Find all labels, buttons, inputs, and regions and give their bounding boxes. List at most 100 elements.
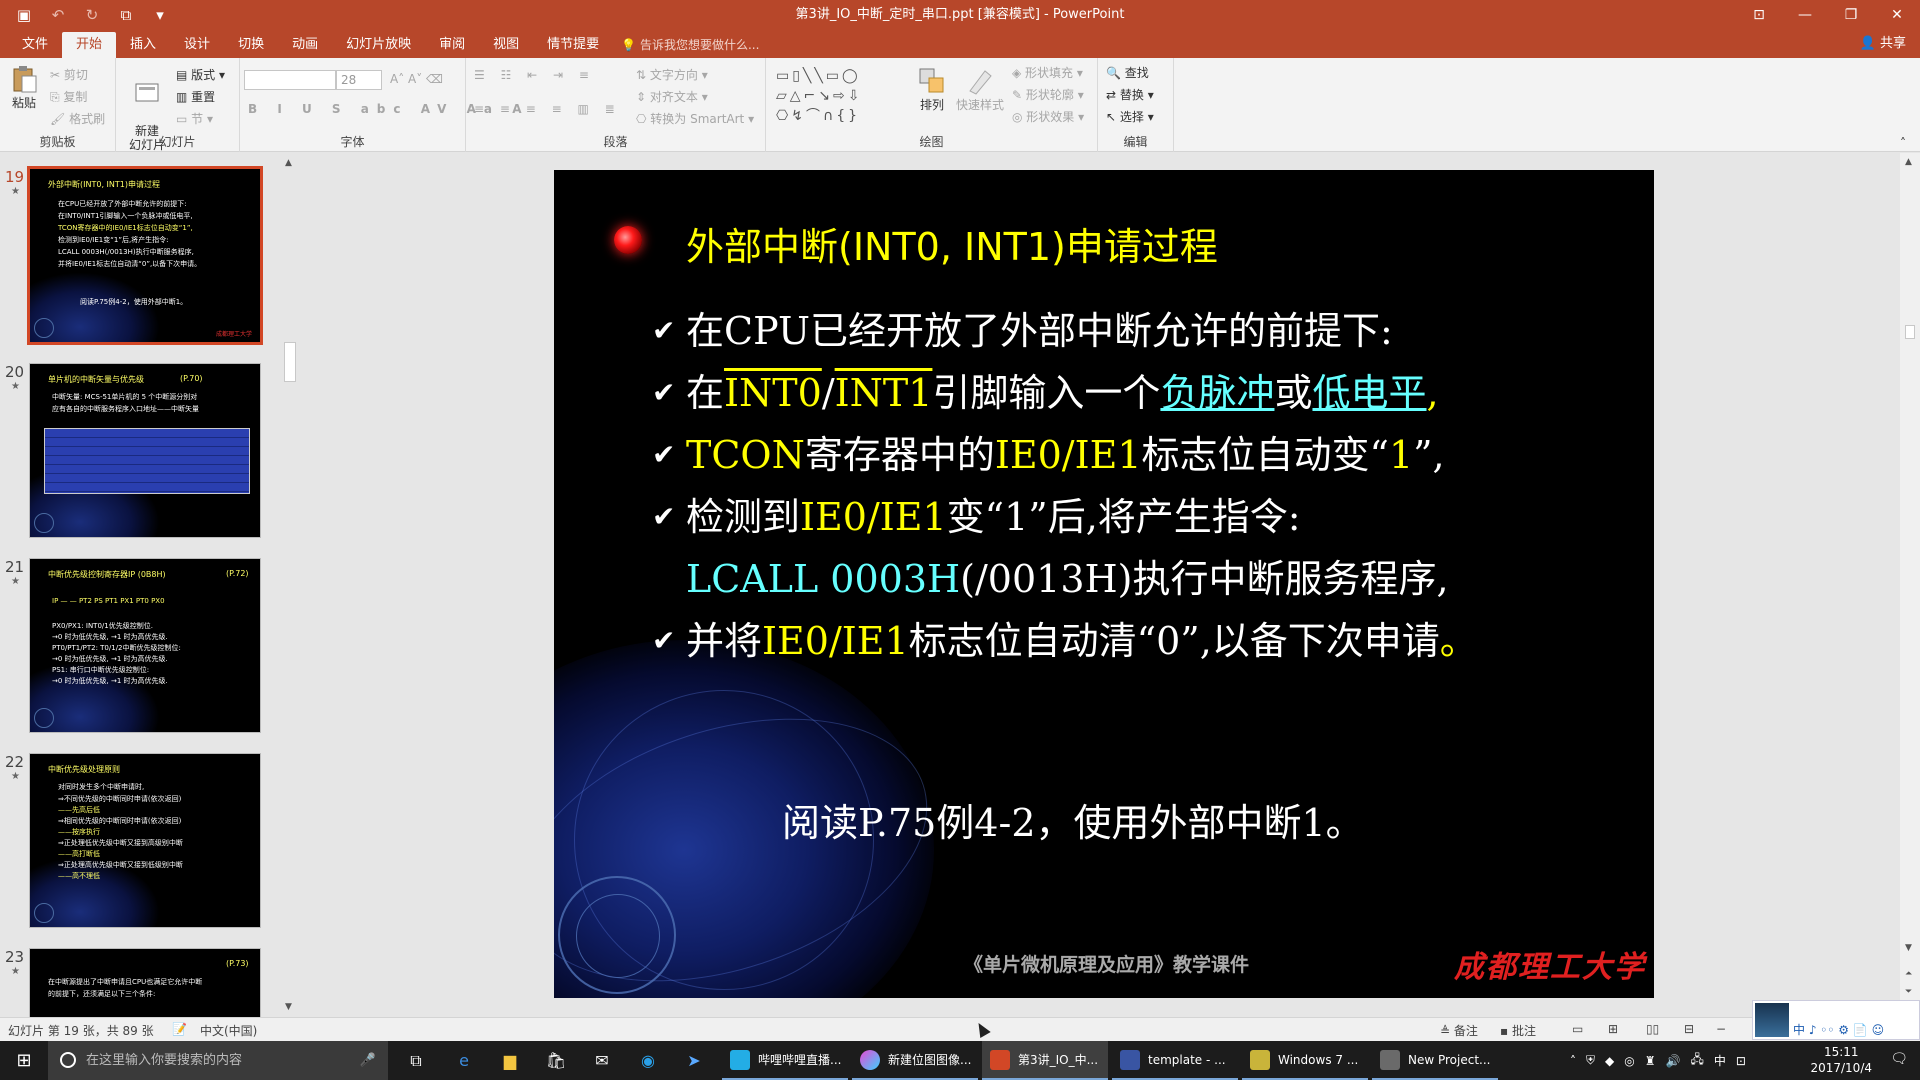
ribbon-display-options-icon[interactable]: ⊡: [1736, 0, 1782, 30]
next-slide-icon[interactable]: ⏷: [1905, 987, 1912, 997]
slide-title[interactable]: 外部中断(INT0, INT1)申请过程: [686, 216, 1218, 271]
layout-button[interactable]: ▤ 版式 ▾: [176, 66, 225, 83]
spellcheck-icon[interactable]: 📝: [172, 1022, 187, 1036]
tab-animations[interactable]: 动画: [278, 32, 332, 58]
scroll-up-icon[interactable]: ▲: [1905, 157, 1912, 167]
pinned-app-icon[interactable]: ➤: [672, 1041, 716, 1080]
copy-button[interactable]: ⎘ 复制: [50, 88, 87, 105]
tab-home[interactable]: 开始: [62, 32, 117, 58]
text-direction-button[interactable]: ⇅ 文字方向 ▾: [636, 66, 708, 83]
section-button[interactable]: ▭ 节 ▾: [176, 110, 213, 127]
tab-storyboarding[interactable]: 情节提要: [533, 32, 613, 58]
customize-qat-icon[interactable]: ▾: [146, 0, 174, 30]
taskbar-search-box[interactable]: 在这里输入你要搜索的内容 🎤: [48, 1041, 388, 1080]
tell-me-box[interactable]: 💡 告诉我您想要做什么...: [621, 32, 759, 58]
start-from-beginning-icon[interactable]: ⧉: [112, 0, 140, 30]
shape-outline-button[interactable]: ✎ 形状轮廓 ▾: [1012, 86, 1084, 103]
align-text-button[interactable]: ⇕ 对齐文本 ▾: [636, 88, 708, 105]
scroll-thumb[interactable]: [284, 342, 296, 382]
slide-canvas[interactable]: 外部中断(INT0, INT1)申请过程 ✔ 在CPU已经开放了外部中断允许的前提…: [554, 170, 1654, 998]
slide-thumbnail[interactable]: 中断优先级处理原则 对同时发生多个中断申请时, ⇒不同优先级的中断同时申请(依次…: [29, 753, 261, 928]
restore-button[interactable]: ❐: [1828, 0, 1874, 30]
share-button[interactable]: 👤 共享: [1860, 30, 1906, 58]
reading-view-icon[interactable]: ▯▯: [1646, 1022, 1659, 1036]
windows-start-icon[interactable]: ⊞: [0, 1041, 48, 1080]
collapse-ribbon-icon[interactable]: ˄: [1900, 136, 1906, 150]
taskbar-app-visio[interactable]: template - ...: [1112, 1041, 1238, 1080]
scroll-up-icon[interactable]: ▲: [285, 158, 292, 168]
redo-icon[interactable]: ↻: [78, 0, 106, 30]
font-size-combo[interactable]: 28: [336, 70, 382, 90]
normal-view-icon[interactable]: ▭: [1572, 1022, 1583, 1036]
convert-smartart-button[interactable]: ⎔ 转换为 SmartArt ▾: [636, 110, 754, 127]
ime-icon[interactable]: ⊡: [1736, 1054, 1746, 1068]
tab-transitions[interactable]: 切换: [224, 32, 278, 58]
show-hidden-icons-icon[interactable]: ˄: [1570, 1054, 1576, 1068]
tray-app-icon[interactable]: ♜: [1645, 1054, 1656, 1068]
language-status[interactable]: 中文(中国): [200, 1022, 257, 1039]
find-button[interactable]: 🔍 查找: [1106, 64, 1149, 81]
system-clock[interactable]: 15:11 2017/10/4: [1810, 1044, 1872, 1076]
slide-thumbnail[interactable]: (P.73) 在中断源提出了中断申请且CPU也满足它允许中断 的前提下，还须满足…: [29, 948, 261, 1018]
shapes-gallery[interactable]: ▭▯╲╲▭◯ ▱△⌐↘⇨⇩ ⎔↯⌒∩{}: [776, 66, 906, 126]
replace-button[interactable]: ⇄ 替换 ▾: [1106, 86, 1154, 103]
scroll-down-icon[interactable]: ▼: [285, 1002, 292, 1012]
mail-icon[interactable]: ✉: [580, 1041, 624, 1080]
save-icon[interactable]: ▣: [10, 0, 38, 30]
font-name-combo[interactable]: [244, 70, 336, 90]
align-buttons[interactable]: ≡ ≡ ≡ ≡ ▥ ≣: [474, 102, 621, 116]
slide-thumbnail[interactable]: 外部中断(INT0, INT1)申请过程 在CPU已经开放了外部中断允许的前提下…: [27, 166, 263, 345]
bullet-line-1[interactable]: ✔ 在CPU已经开放了外部中断允许的前提下:: [652, 300, 1393, 355]
slide-thumbnail[interactable]: 单片机的中断矢量与优先级 (P.70) 中断矢量: MCS-51单片机的 5 个…: [29, 363, 261, 538]
taskbar-app-powerpoint[interactable]: 第3讲_IO_中...: [982, 1041, 1108, 1080]
select-button[interactable]: ↖ 选择 ▾: [1106, 108, 1154, 125]
security-shield-icon[interactable]: ⛨: [1586, 1053, 1595, 1068]
scroll-down-icon[interactable]: ▼: [1905, 943, 1912, 953]
tab-review[interactable]: 审阅: [425, 32, 479, 58]
quick-styles-button[interactable]: 快速样式: [952, 66, 1008, 112]
scroll-thumb[interactable]: [1905, 325, 1915, 339]
bullet-line-2[interactable]: ✔ 在INT0/INT1引脚输入一个负脉冲或低电平,: [652, 362, 1439, 417]
microphone-icon[interactable]: 🎤: [360, 1041, 376, 1080]
thumbnail-scrollbar[interactable]: ▲ ▼: [282, 156, 298, 1016]
grow-font-icon[interactable]: A˄ A˅ ⌫: [390, 72, 443, 86]
store-icon[interactable]: 🛍: [534, 1041, 578, 1080]
edge-browser-icon[interactable]: e: [442, 1041, 486, 1080]
minimize-button[interactable]: —: [1782, 0, 1828, 30]
shape-effects-button[interactable]: ◎ 形状效果 ▾: [1012, 108, 1084, 125]
arrange-button[interactable]: 排列: [914, 66, 950, 112]
qq-icon[interactable]: ◉: [626, 1041, 670, 1080]
tab-design[interactable]: 设计: [170, 32, 224, 58]
bullet-line-4[interactable]: ✔ 检测到IE0/IE1变“1”后,将产生指令:: [652, 486, 1301, 541]
slideshow-view-icon[interactable]: ⊟: [1684, 1022, 1694, 1036]
volume-icon[interactable]: 🔊: [1666, 1054, 1681, 1068]
network-icon[interactable]: 🖧: [1690, 1050, 1703, 1071]
action-center-icon[interactable]: 🗨: [1890, 1051, 1908, 1067]
shape-fill-button[interactable]: ◈ 形状填充 ▾: [1012, 64, 1083, 81]
canvas-scrollbar[interactable]: ▲ ▼ ⏶ ⏷: [1900, 153, 1920, 1017]
notes-button[interactable]: ≜ 备注: [1440, 1022, 1478, 1039]
zoom-out-icon[interactable]: −: [1716, 1022, 1726, 1036]
task-view-icon[interactable]: ⧉: [394, 1041, 438, 1080]
reading-assignment[interactable]: 阅读P.75例4-2，使用外部中断1。: [782, 792, 1364, 847]
tab-insert[interactable]: 插入: [116, 32, 170, 58]
ime-toolbar[interactable]: 中 ♪ ◦◦ ⚙ 📄 ☺: [1752, 1000, 1920, 1040]
cut-button[interactable]: ✂ 剪切: [50, 66, 88, 83]
bullet-line-6[interactable]: ✔ 并将IE0/IE1标志位自动清“0”,以备下次申请。: [652, 610, 1478, 665]
taskbar-app-windows7[interactable]: Windows 7 ...: [1242, 1041, 1368, 1080]
format-painter-button[interactable]: 🖌 格式刷: [50, 110, 105, 127]
reset-button[interactable]: ▥ 重置: [176, 88, 215, 105]
tab-slideshow[interactable]: 幻灯片放映: [332, 32, 425, 58]
slide-sorter-view-icon[interactable]: ⊞: [1608, 1022, 1618, 1036]
input-language[interactable]: 中: [1714, 1052, 1726, 1069]
previous-slide-icon[interactable]: ⏶: [1905, 969, 1912, 979]
close-button[interactable]: ✕: [1874, 0, 1920, 30]
tab-file[interactable]: 文件: [8, 32, 62, 58]
taskbar-app-bilibili[interactable]: 哔哩哔哩直播...: [722, 1041, 848, 1080]
chrome-icon[interactable]: ◎: [1624, 1054, 1634, 1068]
file-explorer-icon[interactable]: ▆: [488, 1041, 532, 1080]
slide-thumbnail[interactable]: 中断优先级控制寄存器IP (0B8H) (P.72) IP — — PT2 PS…: [29, 558, 261, 733]
bullet-line-5[interactable]: LCALL 0003H(/0013H)执行中断服务程序,: [652, 548, 1449, 603]
bullet-line-3[interactable]: ✔ TCON寄存器中的IE0/IE1标志位自动变“1”,: [652, 424, 1445, 479]
taskbar-app-new-project[interactable]: New Project...: [1372, 1041, 1498, 1080]
